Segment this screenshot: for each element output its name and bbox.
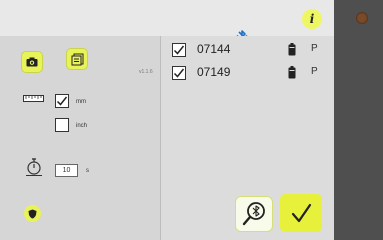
confirm-button[interactable] [280, 194, 322, 232]
shield-button[interactable] [24, 205, 41, 222]
document-icon [71, 53, 83, 65]
settings-panel: v1.1.6 mm inch 10 s [0, 36, 160, 240]
unit-inch-label: inch [76, 123, 88, 129]
checkmark-icon [56, 96, 68, 106]
info-button[interactable]: i [302, 9, 322, 29]
bluetooth-search-icon [242, 202, 265, 226]
top-bar [0, 0, 334, 36]
unit-mm-checkbox[interactable] [55, 94, 69, 108]
shield-icon [28, 209, 37, 218]
unit-inch-checkbox[interactable] [55, 118, 69, 132]
device-id: 07144 [197, 42, 231, 56]
bluetooth-scan-button[interactable] [235, 196, 273, 232]
stopwatch-icon [26, 158, 42, 176]
checkmark-icon [291, 203, 312, 223]
device-screen: i v1.1.6 mm inch 10 s 07144 P 07149 P [0, 0, 334, 240]
device-status: P [311, 43, 318, 54]
version-label: v1.1.6 [139, 69, 153, 75]
document-button[interactable] [66, 48, 88, 70]
battery-icon [288, 66, 296, 79]
device-checkbox[interactable] [172, 43, 186, 57]
device-checkbox[interactable] [172, 66, 186, 80]
camera-icon [26, 57, 38, 67]
device-status: P [311, 66, 318, 77]
checkmark-icon [173, 45, 185, 55]
camera-lens [356, 12, 368, 24]
timeout-input[interactable]: 10 [55, 164, 78, 177]
info-icon: i [309, 12, 315, 26]
battery-icon [288, 43, 296, 56]
checkmark-icon [173, 68, 185, 78]
unit-mm-label: mm [76, 99, 86, 105]
device-id: 07149 [197, 65, 231, 79]
camera-button[interactable] [21, 51, 43, 73]
ruler-icon [23, 95, 44, 102]
timeout-unit-label: s [86, 168, 89, 174]
